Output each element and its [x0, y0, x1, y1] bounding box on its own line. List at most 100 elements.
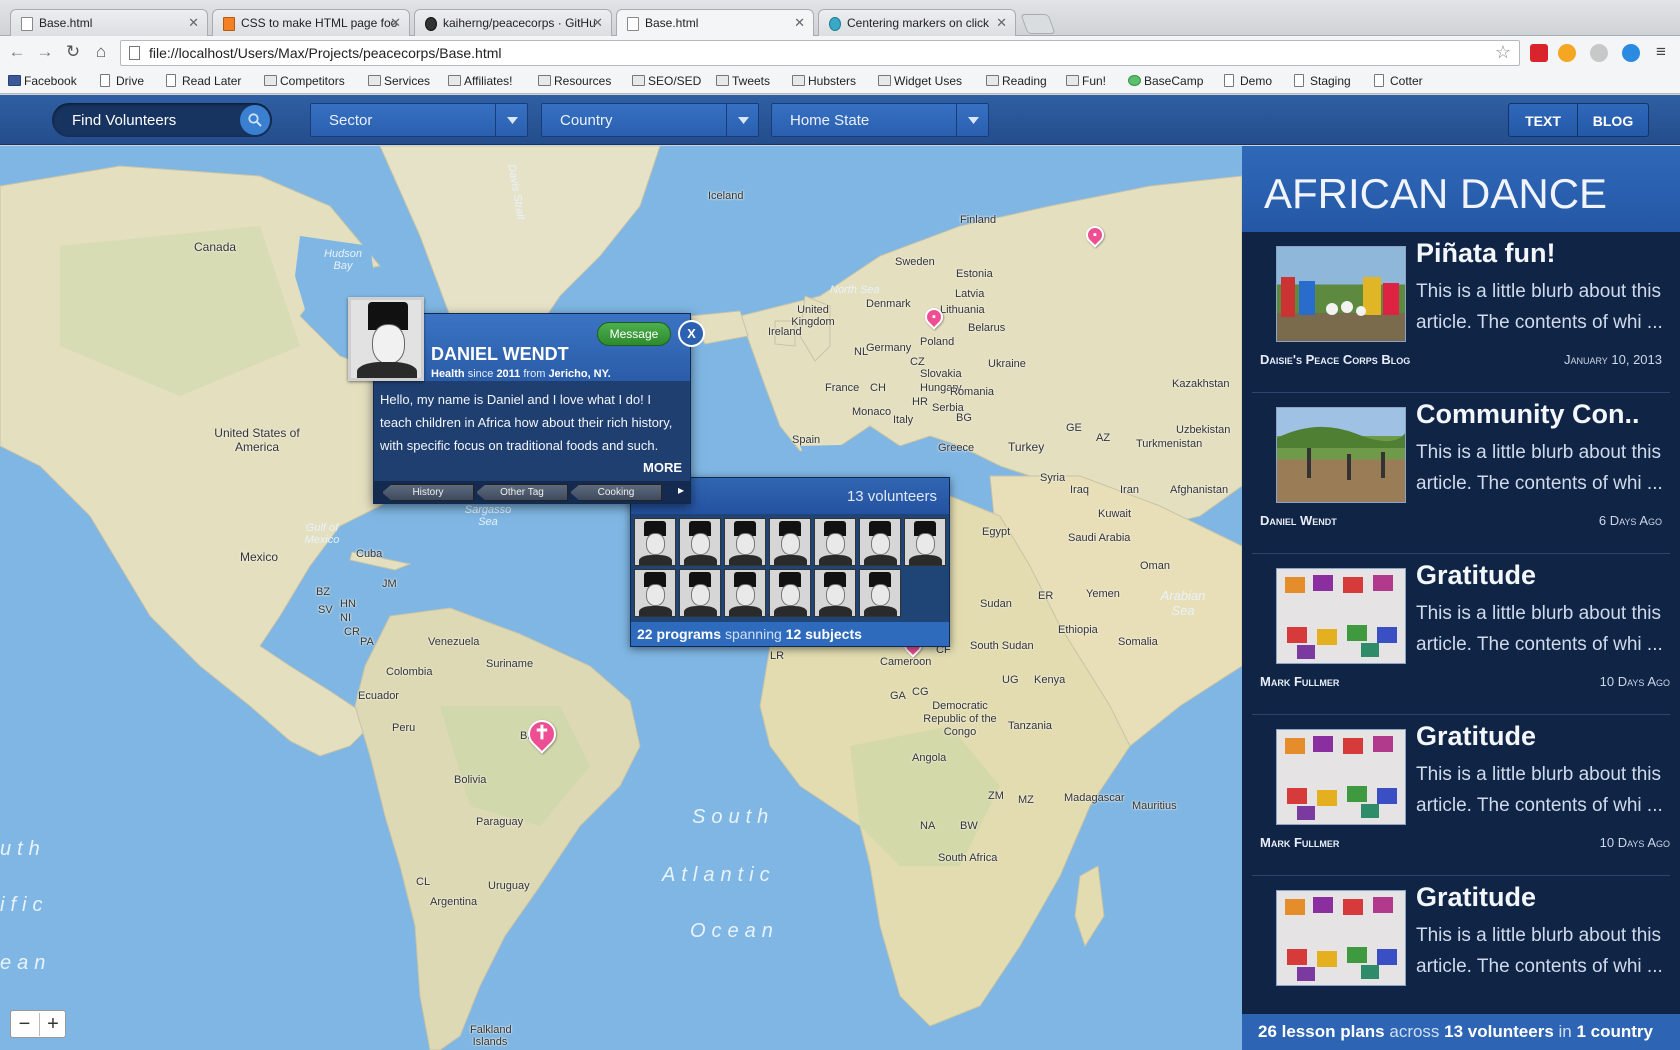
world-map[interactable]: Iceland Finland Sweden Estonia Latvia Li…	[0, 146, 1242, 1050]
article-author[interactable]: Daniel Wendt	[1260, 513, 1337, 528]
close-popup-button[interactable]: X	[678, 320, 705, 347]
bookmark-folder[interactable]: Hubsters	[792, 74, 856, 88]
volunteer-thumbnail[interactable]	[769, 518, 811, 566]
article-card[interactable]: Community Con.. This is a little blurb a…	[1252, 393, 1670, 554]
bookmark-folder[interactable]: Competitors	[264, 74, 345, 88]
volunteer-thumbnail[interactable]	[724, 518, 766, 566]
extension-icon[interactable]	[1558, 44, 1576, 62]
browser-tab[interactable]: Base.html ✕	[10, 9, 208, 36]
article-date: 10 Days Ago	[1599, 674, 1670, 689]
volunteer-thumbnail[interactable]	[859, 569, 901, 617]
zoom-out-button[interactable]: −	[11, 1013, 38, 1036]
avatar-body	[864, 606, 897, 616]
browser-tab-active[interactable]: Base.html ✕	[616, 9, 814, 37]
chevron-down-icon[interactable]	[726, 104, 758, 136]
bookmark-item[interactable]: BaseCamp	[1128, 74, 1203, 88]
extension-icon[interactable]	[1590, 44, 1608, 62]
article-title[interactable]: Gratitude	[1416, 560, 1536, 591]
bookmark-item[interactable]: Facebook	[8, 74, 77, 88]
browser-tab[interactable]: Centering markers on click ✕	[818, 9, 1016, 36]
map-label: JM	[382, 578, 397, 590]
search-button[interactable]	[240, 105, 270, 135]
close-tab-icon[interactable]: ✕	[188, 15, 199, 31]
ocean-label: uth	[0, 838, 46, 860]
volunteer-thumbnail[interactable]	[769, 569, 811, 617]
bookmark-item[interactable]: Staging	[1294, 74, 1351, 88]
article-author[interactable]: Mark Fullmer	[1260, 835, 1339, 850]
message-button[interactable]: Message	[597, 322, 671, 346]
article-card[interactable]: Gratitude This is a little blurb about t…	[1252, 554, 1670, 715]
chevron-down-icon[interactable]	[956, 104, 988, 136]
bookmark-item[interactable]: Drive	[100, 74, 144, 88]
bookmark-folder[interactable]: Services	[368, 74, 430, 88]
browser-tab[interactable]: CSS to make HTML page foo ✕	[212, 9, 410, 36]
chevron-down-icon[interactable]	[495, 104, 527, 136]
volunteer-thumbnail[interactable]	[814, 569, 856, 617]
article-card[interactable]: Gratitude This is a little blurb about t…	[1252, 876, 1670, 1037]
tag-other[interactable]: Other Tag	[476, 484, 568, 501]
article-title[interactable]: Piñata fun!	[1416, 238, 1556, 269]
article-title[interactable]: Community Con..	[1416, 399, 1640, 430]
search-input[interactable]	[52, 103, 232, 137]
close-tab-icon[interactable]: ✕	[996, 15, 1007, 31]
reload-icon[interactable]: ↻	[62, 42, 84, 62]
new-tab-button[interactable]	[1020, 14, 1056, 34]
volunteer-thumbnail[interactable]	[634, 569, 676, 617]
country-dropdown[interactable]: Country	[541, 103, 759, 137]
bookmark-folder[interactable]: Affiliates!	[448, 74, 512, 88]
bookmark-folder[interactable]: Reading	[986, 74, 1047, 88]
map-label: Ukraine	[988, 358, 1026, 370]
more-link[interactable]: MORE	[643, 460, 682, 475]
article-author[interactable]: Daisie's Peace Corps Blog	[1260, 352, 1410, 367]
chevron-right-icon[interactable]: ▸	[678, 483, 684, 497]
volunteer-thumbnail[interactable]	[724, 569, 766, 617]
browser-tab[interactable]: kaiherng/peacecorps · GitHu ✕	[414, 9, 612, 36]
map-label: North Sea	[830, 284, 880, 296]
blog-button[interactable]: BLOG	[1577, 103, 1649, 137]
bookmark-folder[interactable]: Widget Uses	[878, 74, 962, 88]
close-tab-icon[interactable]: ✕	[390, 15, 401, 31]
community-photo-icon	[1277, 426, 1405, 480]
url-text[interactable]: file://localhost/Users/Max/Projects/peac…	[149, 45, 501, 61]
forward-icon[interactable]: →	[34, 42, 56, 62]
volunteer-thumbnail[interactable]	[859, 518, 901, 566]
bookmark-folder[interactable]: Resources	[538, 74, 611, 88]
back-icon[interactable]: ←	[6, 42, 28, 62]
bookmark-item[interactable]: Read Later	[166, 74, 241, 88]
volunteer-thumbnail[interactable]	[679, 518, 721, 566]
text-button[interactable]: TEXT	[1508, 103, 1578, 137]
bookmark-folder[interactable]: Fun!	[1066, 74, 1106, 88]
article-author[interactable]: Mark Fullmer	[1260, 674, 1339, 689]
home-icon[interactable]: ⌂	[90, 42, 112, 62]
article-title[interactable]: Gratitude	[1416, 721, 1536, 752]
article-title[interactable]: Gratitude	[1416, 882, 1536, 913]
menu-icon[interactable]: ≡	[1650, 42, 1672, 62]
article-card[interactable]: Piñata fun! This is a little blurb about…	[1252, 232, 1670, 393]
address-bar[interactable]: file://localhost/Users/Max/Projects/peac…	[120, 40, 1520, 66]
close-tab-icon[interactable]: ✕	[794, 15, 805, 31]
volunteer-thumbnail[interactable]	[679, 569, 721, 617]
avatar-body	[639, 555, 672, 565]
volunteer-thumbnail[interactable]	[904, 518, 946, 566]
tag-history[interactable]: History	[382, 484, 474, 501]
volunteer-thumbnail[interactable]	[814, 518, 856, 566]
bookmark-item[interactable]: Cotter	[1374, 74, 1423, 88]
bookmark-label: Widget Uses	[894, 74, 963, 88]
sector-dropdown[interactable]: Sector	[310, 103, 528, 137]
avatar-face	[826, 584, 845, 606]
home-state-dropdown[interactable]: Home State	[771, 103, 989, 137]
bookmark-folder[interactable]: Tweets	[716, 74, 770, 88]
close-tab-icon[interactable]: ✕	[592, 15, 603, 31]
folder-icon	[264, 75, 277, 86]
zoom-in-button[interactable]: +	[39, 1013, 66, 1036]
bookmark-item[interactable]: Demo	[1224, 74, 1272, 88]
skype-icon[interactable]	[1622, 44, 1640, 62]
bookmark-star-icon[interactable]: ☆	[1495, 42, 1511, 63]
tag-cooking[interactable]: Cooking	[570, 484, 662, 501]
tab-title: kaiherng/peacecorps · GitHu	[443, 16, 596, 30]
volunteer-avatar	[348, 297, 424, 381]
article-card[interactable]: Gratitude This is a little blurb about t…	[1252, 715, 1670, 876]
lastpass-icon[interactable]	[1530, 44, 1548, 62]
bookmark-folder[interactable]: SEO/SED	[632, 74, 701, 88]
volunteer-thumbnail[interactable]	[634, 518, 676, 566]
